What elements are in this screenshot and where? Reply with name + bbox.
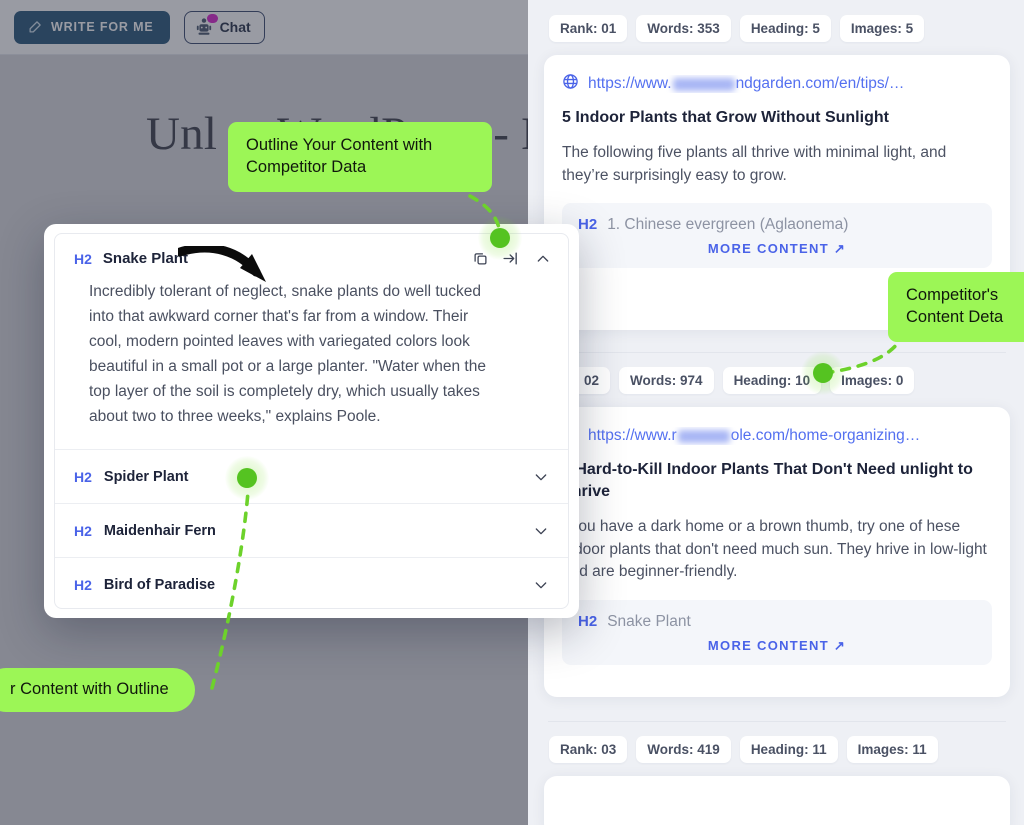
external-arrow-icon: ↗ <box>833 241 847 257</box>
url-prefix: https://www. <box>588 75 672 92</box>
annotation-dot <box>490 228 510 248</box>
outline-heading-title: Snake Plant <box>102 250 188 267</box>
url-prefix: https://www.r <box>588 427 677 444</box>
stat-words: Words: 974 <box>619 367 714 394</box>
competitor-card-title: 5 Indoor Plants that Grow Without Sunlig… <box>562 109 889 126</box>
outline-item-tag: H2 <box>74 468 92 485</box>
competitor-heading-line: H2 1. Chinese evergreen (Aglaonema) <box>578 216 976 234</box>
heading-tag: H2 <box>578 216 598 234</box>
competitor-card[interactable]: https://www.r xxxxx ole.com/home-organiz… <box>544 407 1010 697</box>
outline-item-tag: H2 <box>74 576 92 593</box>
globe-icon <box>562 73 579 95</box>
competitor-card-title: 0 Hard-to-Kill Indoor Plants That Don't … <box>562 461 973 501</box>
url-suffix: ndgarden.com/en/tips/… <box>735 75 905 92</box>
competitor-heading-line: H2 Snake Plant <box>578 613 976 631</box>
card-divider <box>548 721 1006 722</box>
card-divider <box>548 352 1006 353</box>
chat-label: Chat <box>219 19 251 35</box>
stat-images: Images: 5 <box>839 15 925 42</box>
outline-panel-inner: H2 Snake Plant Incredibly tolerant of ne… <box>54 233 569 609</box>
stat-row: Rank: 01 Words: 353 Heading: 5 Images: 5 <box>549 15 1010 42</box>
stat-rank: Rank: 01 <box>549 15 628 42</box>
competitor-heading-block[interactable]: H2 1. Chinese evergreen (Aglaonema) MORE… <box>562 203 992 269</box>
screenshot-root: Unl er WordPress - Learn part. You can m… <box>0 0 1024 825</box>
chat-button[interactable]: Chat <box>183 10 265 44</box>
chevron-down-icon[interactable] <box>533 577 549 593</box>
chevron-down-icon[interactable] <box>533 523 549 539</box>
pen-icon <box>27 20 42 35</box>
robot-avatar-icon <box>193 14 218 38</box>
callout-competitor-content-details: Competitor's Content Deta <box>888 272 1024 342</box>
outline-item-label: Spider Plant <box>103 468 189 485</box>
competitor-card-description: The following five plants all thrive wit… <box>562 144 947 184</box>
chat-notification-dot <box>206 14 218 23</box>
write-for-me-button[interactable]: WRITE FOR ME <box>14 10 170 44</box>
chevron-up-icon[interactable] <box>532 251 551 267</box>
outline-item-label: Maidenhair Fern <box>103 522 216 539</box>
callout-content-with-outline: r Content with Outline <box>0 668 195 712</box>
competitor-url[interactable]: https://www. xxxxxxx ndgarden.com/en/tip… <box>562 73 992 95</box>
url-suffix: ole.com/home-organizing… <box>730 427 921 444</box>
annotation-dot <box>237 468 257 488</box>
stat-row: nk: 02 Words: 974 Heading: 10 Images: 0 <box>549 367 1010 394</box>
more-content-link[interactable]: MORE CONTENT ↗ <box>578 241 976 257</box>
outline-heading-tag: H2 <box>74 250 92 267</box>
more-content-label: MORE CONTENT <box>707 241 829 257</box>
stat-row: Rank: 03 Words: 419 Heading: 11 Images: … <box>549 736 1010 763</box>
competitor-url-text: https://www.r xxxxx ole.com/home-organiz… <box>588 427 920 445</box>
competitor-heading-block[interactable]: H2 Snake Plant MORE CONTENT ↗ <box>562 599 992 665</box>
outline-item-label: Bird of Paradise <box>103 576 216 593</box>
outline-expanded-body: Incredibly tolerant of neglect, snake pl… <box>89 283 486 425</box>
competitor-card-description: f you have a dark home or a brown thumb,… <box>562 518 987 581</box>
outline-item-spider-plant[interactable]: H2 Spider Plant <box>55 449 568 503</box>
annotation-dot <box>813 363 833 383</box>
outline-item-tag: H2 <box>74 522 92 539</box>
competitor-card[interactable] <box>544 776 1010 825</box>
stat-heading: Heading: 5 <box>739 15 831 42</box>
stat-images: Images: 11 <box>846 736 938 763</box>
competitor-url[interactable]: https://www.r xxxxx ole.com/home-organiz… <box>562 425 992 447</box>
outline-item-maidenhair-fern[interactable]: H2 Maidenhair Fern <box>55 503 568 557</box>
pointer-arrow-icon <box>175 243 284 288</box>
stat-words: Words: 419 <box>636 736 731 763</box>
outline-item-bird-of-paradise[interactable]: H2 Bird of Paradise <box>55 557 568 608</box>
heading-tag: H2 <box>578 612 598 630</box>
stat-rank: Rank: 03 <box>549 736 628 763</box>
callout-outline-competitor-data: Outline Your Content with Competitor Dat… <box>228 122 492 192</box>
more-content-label: MORE CONTENT <box>707 637 829 653</box>
heading-text: Snake Plant <box>607 612 691 630</box>
url-redacted: xxxxxxx <box>672 77 735 91</box>
url-redacted: xxxxx <box>677 429 730 443</box>
competitor-panel[interactable]: Rank: 01 Words: 353 Heading: 5 Images: 5… <box>528 0 1024 825</box>
stat-words: Words: 353 <box>636 15 731 42</box>
heading-text: 1. Chinese evergreen (Aglaonema) <box>607 216 849 234</box>
competitor-url-text: https://www. xxxxxxx ndgarden.com/en/tip… <box>588 75 904 93</box>
stat-heading: Heading: 11 <box>739 736 838 763</box>
outline-panel[interactable]: H2 Snake Plant Incredibly tolerant of ne… <box>44 224 579 618</box>
more-content-link[interactable]: MORE CONTENT ↗ <box>578 638 976 654</box>
external-arrow-icon: ↗ <box>833 637 847 653</box>
write-for-me-label: WRITE FOR ME <box>51 20 154 34</box>
editor-toolbar: WRITE FOR ME Chat <box>0 0 532 55</box>
chevron-down-icon[interactable] <box>533 469 549 485</box>
